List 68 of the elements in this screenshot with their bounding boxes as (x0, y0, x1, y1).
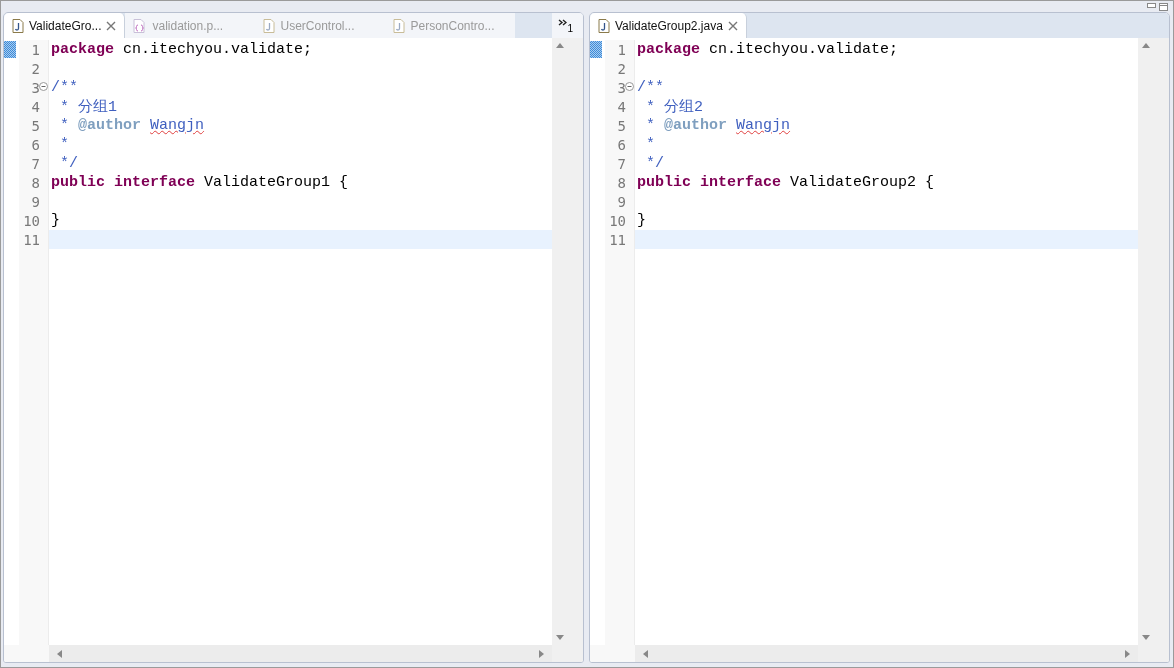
code-line: */ (59, 154, 79, 173)
code-line: } (636, 211, 647, 230)
line-number: 1 (617, 41, 626, 58)
code-line: * @author Wangjn (59, 116, 206, 135)
line-number: 10 (609, 212, 626, 229)
code-line: public interface ValidateGroup2 { (636, 173, 936, 192)
close-icon[interactable] (727, 20, 738, 31)
code-line: * 分组2 (645, 98, 704, 116)
hidden-tab-count: 1 (567, 23, 573, 34)
line-number: 8 (617, 174, 626, 191)
java-file-icon (263, 18, 276, 33)
code-line: * 分组1 (59, 98, 118, 116)
line-number: 3 (617, 79, 626, 96)
scrollbar-corner (1138, 645, 1169, 662)
scroll-left-icon[interactable] (643, 649, 648, 658)
scroll-right-icon[interactable] (539, 649, 544, 658)
code-line: package cn.itechyou.validate; (636, 40, 900, 59)
fold-icon[interactable] (625, 82, 634, 91)
scroll-down-icon[interactable] (1142, 635, 1150, 640)
line-number: 4 (31, 98, 40, 115)
line-number: 10 (23, 212, 40, 229)
line-number: 7 (31, 155, 40, 172)
line-number: 11 (23, 231, 40, 248)
scrollbar-corner (552, 645, 583, 662)
properties-file-icon (133, 18, 148, 33)
scroll-up-icon[interactable] (556, 43, 564, 48)
editor-tab[interactable]: PersonContro... (385, 13, 516, 38)
minimize-icon[interactable] (1147, 3, 1156, 9)
close-icon[interactable] (106, 20, 117, 31)
java-file-icon (12, 18, 24, 33)
line-number: 9 (31, 193, 40, 210)
line-number: 2 (617, 60, 626, 77)
code-line: */ (645, 154, 665, 173)
scroll-down-icon[interactable] (556, 635, 564, 640)
code-line: * @author Wangjn (645, 116, 792, 135)
line-number: 6 (31, 136, 40, 153)
java-file-icon (598, 18, 610, 33)
line-number: 11 (609, 231, 626, 248)
code-line: * (645, 135, 656, 154)
editor-tab[interactable]: ValidateGro... (4, 13, 126, 38)
chevron-icon[interactable] (558, 19, 568, 26)
fold-icon[interactable] (39, 82, 48, 91)
maximize-icon[interactable] (1159, 3, 1168, 11)
scroll-right-icon[interactable] (1125, 649, 1130, 658)
code-line: /** (50, 78, 79, 97)
java-file-icon (393, 18, 406, 33)
editor-tab[interactable]: UserControl... (255, 13, 386, 38)
line-number: 7 (617, 155, 626, 172)
scroll-up-icon[interactable] (1142, 43, 1150, 48)
code-line: package cn.itechyou.validate; (50, 40, 314, 59)
line-number: 5 (617, 117, 626, 134)
line-number: 6 (617, 136, 626, 153)
horizontal-scrollbar[interactable] (635, 645, 1138, 662)
code-line: } (50, 211, 61, 230)
line-number: 8 (31, 174, 40, 191)
editor-tab[interactable]: validation.p... (125, 13, 256, 38)
line-number: 3 (31, 79, 40, 96)
code-line: public interface ValidateGroup1 { (50, 173, 350, 192)
line-number: 4 (617, 98, 626, 115)
horizontal-scrollbar[interactable] (49, 645, 552, 662)
scroll-left-icon[interactable] (57, 649, 62, 658)
code-line: /** (636, 78, 665, 97)
editor-tab[interactable]: ValidateGroup2.java (590, 13, 747, 38)
line-number: 9 (617, 193, 626, 210)
line-number: 5 (31, 117, 40, 134)
line-number: 2 (31, 60, 40, 77)
line-number: 1 (31, 41, 40, 58)
code-line: * (59, 135, 70, 154)
